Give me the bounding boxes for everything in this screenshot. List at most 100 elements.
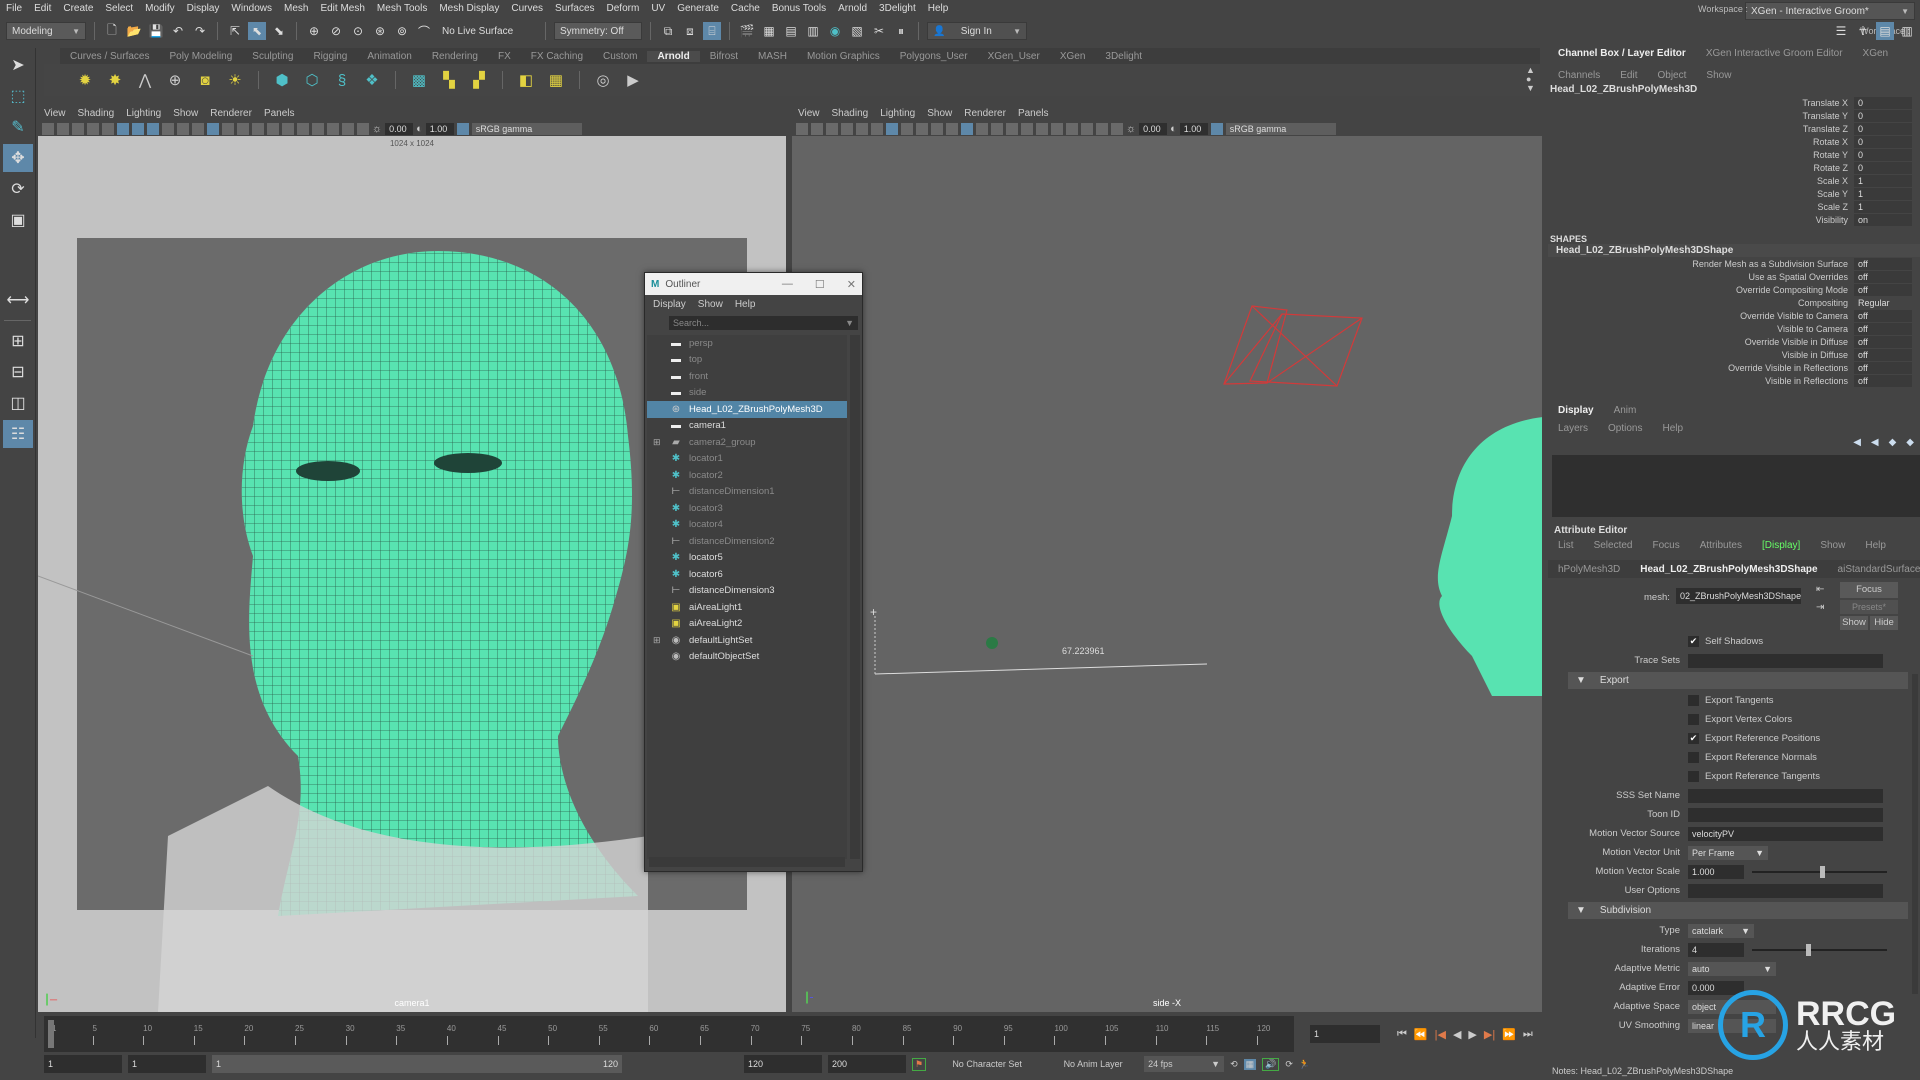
playback-start-field[interactable]: 1 xyxy=(128,1055,206,1073)
animation-end-field[interactable]: 200 xyxy=(828,1055,906,1073)
channel-value[interactable]: off xyxy=(1854,283,1912,296)
menu-bonus-tools[interactable]: Bonus Tools xyxy=(766,3,832,14)
channel-label[interactable]: Visible in Reflections xyxy=(1765,376,1848,386)
shelf-tab-fx[interactable]: FX xyxy=(488,51,521,62)
channel-box-tab[interactable]: XGen Interactive Groom Editor xyxy=(1696,48,1853,59)
camera-lock-icon[interactable] xyxy=(57,122,69,135)
grease-pencil-icon[interactable] xyxy=(102,122,114,135)
iterations-slider[interactable] xyxy=(1752,943,1887,956)
hypershade-icon[interactable]: ▥ xyxy=(804,22,822,40)
sss-set-name-field[interactable] xyxy=(1688,788,1883,803)
outliner-item[interactable]: ⊞ ◉ defaultLightSet xyxy=(647,632,847,649)
ae-node-tab[interactable]: Head_L02_ZBrushPolyMesh3DShape xyxy=(1630,564,1827,575)
channel-box-menu-channels[interactable]: Channels xyxy=(1548,70,1610,81)
isolate-select-icon[interactable] xyxy=(327,122,339,135)
shelf-tab-arnold[interactable]: Arnold xyxy=(647,50,700,62)
menu-curves[interactable]: Curves xyxy=(505,3,549,14)
channel-value[interactable]: 0 xyxy=(1854,109,1912,122)
panel-menu-renderer[interactable]: Renderer xyxy=(204,108,258,119)
field-chart-icon[interactable] xyxy=(177,122,189,135)
channel-box-menu-edit[interactable]: Edit xyxy=(1610,70,1647,81)
outliner-vertical-scrollbar[interactable] xyxy=(850,335,860,859)
menu-uv[interactable]: UV xyxy=(645,3,671,14)
mesh-name-field[interactable]: 02_ZBrushPolyMesh3DShape xyxy=(1676,588,1801,604)
film-gate-icon[interactable] xyxy=(886,122,898,135)
panel-menu-panels[interactable]: Panels xyxy=(1012,108,1055,119)
layer-tab-display[interactable]: Display xyxy=(1548,405,1604,416)
channel-label[interactable]: Visible to Camera xyxy=(1777,324,1848,334)
exposure-field[interactable]: 0.00 xyxy=(385,122,414,135)
select-object-icon[interactable]: ⬉ xyxy=(248,22,266,40)
render-view-icon[interactable]: ◉ xyxy=(826,22,844,40)
sign-in-button[interactable]: 👤 Sign In ▼ xyxy=(927,22,1027,40)
viewport-side[interactable]: + 67.223961 ┃╴ side -X xyxy=(792,136,1542,1012)
colorspace-field[interactable]: sRGB gamma xyxy=(471,122,582,135)
ae-menu-display[interactable]: [Display] xyxy=(1752,540,1810,551)
shelf-tab-mash[interactable]: MASH xyxy=(748,51,797,62)
layer-list[interactable] xyxy=(1552,455,1920,517)
shelf-tab-curves-surfaces[interactable]: Curves / Surfaces xyxy=(60,51,159,62)
channel-label[interactable]: Rotate Z xyxy=(1813,163,1848,173)
close-icon[interactable]: ✕ xyxy=(847,278,856,291)
panel-menu-view[interactable]: View xyxy=(38,108,72,119)
chevron-down-icon[interactable]: ▼ xyxy=(845,318,854,328)
xray-joints-icon[interactable] xyxy=(1111,122,1123,135)
menu-help[interactable]: Help xyxy=(922,3,955,14)
load-input-icon[interactable]: ⇤ xyxy=(1816,584,1824,595)
output-ops-icon[interactable]: ⧈ xyxy=(681,22,699,40)
lasso-tool-icon[interactable]: ⬚ xyxy=(3,82,33,110)
motion-blur-icon[interactable] xyxy=(1051,122,1063,135)
slider-handle[interactable] xyxy=(1819,865,1825,878)
film-gate-icon[interactable] xyxy=(132,122,144,135)
antialiasing-icon[interactable] xyxy=(312,122,324,135)
channel-box-tab[interactable]: XGen xyxy=(1853,48,1899,59)
motion-vector-source-field[interactable]: velocityPV xyxy=(1688,826,1883,841)
attribute-editor-scrollbar[interactable] xyxy=(1912,674,1918,994)
outliner-item[interactable]: ✱ locator4 xyxy=(647,517,847,534)
slider-handle[interactable] xyxy=(1806,943,1811,956)
menu-edit[interactable]: Edit xyxy=(28,3,57,14)
create-aov-icon[interactable]: ◧ xyxy=(515,69,537,91)
new-layer-selected-icon[interactable]: ◆ xyxy=(1906,437,1914,453)
character-set-dropdown[interactable]: No Character Set xyxy=(932,1059,1042,1069)
human-ik-icon[interactable]: ☥ xyxy=(1854,22,1872,40)
channel-box-menu-object[interactable]: Object xyxy=(1648,70,1697,81)
channel-value[interactable]: off xyxy=(1854,335,1912,348)
render-checker-icon[interactable]: ▦ xyxy=(545,69,567,91)
grease-pencil-icon[interactable] xyxy=(856,122,868,135)
create-standin-icon[interactable]: ⬢ xyxy=(271,69,293,91)
panel-menu-show[interactable]: Show xyxy=(167,108,204,119)
antialiasing-icon[interactable] xyxy=(1066,122,1078,135)
channel-label[interactable]: Compositing xyxy=(1798,298,1848,308)
outliner-item[interactable]: ▬ persp xyxy=(647,335,847,352)
maximize-icon[interactable]: ☐ xyxy=(815,278,825,291)
time-slider[interactable]: 1 5 10 15 20 25 30 35 40 45 50 55 60 65 70 75 80 85 90 95 10… xyxy=(44,1016,1294,1052)
channel-value[interactable]: off xyxy=(1854,309,1912,322)
bookmark-icon[interactable] xyxy=(72,122,84,135)
shelf-tab-xgen[interactable]: XGen xyxy=(1050,51,1096,62)
step-forward-frame-icon[interactable]: ▶| xyxy=(1484,1028,1495,1041)
panel-menu-view[interactable]: View xyxy=(792,108,826,119)
outliner-menu-help[interactable]: Help xyxy=(735,299,756,310)
four-pane-layout-icon[interactable]: ⊟ xyxy=(3,358,33,386)
color-management-icon[interactable] xyxy=(456,122,469,135)
shelf-tab-rendering[interactable]: Rendering xyxy=(422,51,488,62)
ae-menu-focus[interactable]: Focus xyxy=(1642,540,1689,551)
outliner-item[interactable]: ▬ front xyxy=(647,368,847,385)
channel-label[interactable]: Override Visible in Reflections xyxy=(1728,363,1848,373)
select-component-icon[interactable]: ⬊ xyxy=(270,22,288,40)
shelf-tab-poly-modeling[interactable]: Poly Modeling xyxy=(159,51,242,62)
render-settings-icon[interactable]: ▤ xyxy=(782,22,800,40)
outliner-item[interactable]: ▣ aiAreaLight2 xyxy=(647,616,847,633)
auto-key-icon[interactable]: ⚑ xyxy=(912,1057,927,1071)
shelf-tab-animation[interactable]: Animation xyxy=(357,51,421,62)
channel-label[interactable]: Scale Z xyxy=(1817,202,1848,212)
step-forward-key-icon[interactable]: ⏩ xyxy=(1502,1028,1516,1041)
new-empty-layer-icon[interactable]: ◆ xyxy=(1889,437,1897,453)
outliner-item[interactable]: ⊞ ▰ camera2_group xyxy=(647,434,847,451)
shelf-tab-rigging[interactable]: Rigging xyxy=(303,51,357,62)
motion-vector-unit-dropdown[interactable]: Per Frame ▼ xyxy=(1688,845,1768,860)
export-option-checkbox[interactable] xyxy=(1688,714,1699,725)
subdivision-section-header[interactable]: ▼ Subdivision xyxy=(1568,902,1908,919)
mesh-light-icon[interactable]: ✸ xyxy=(104,69,126,91)
